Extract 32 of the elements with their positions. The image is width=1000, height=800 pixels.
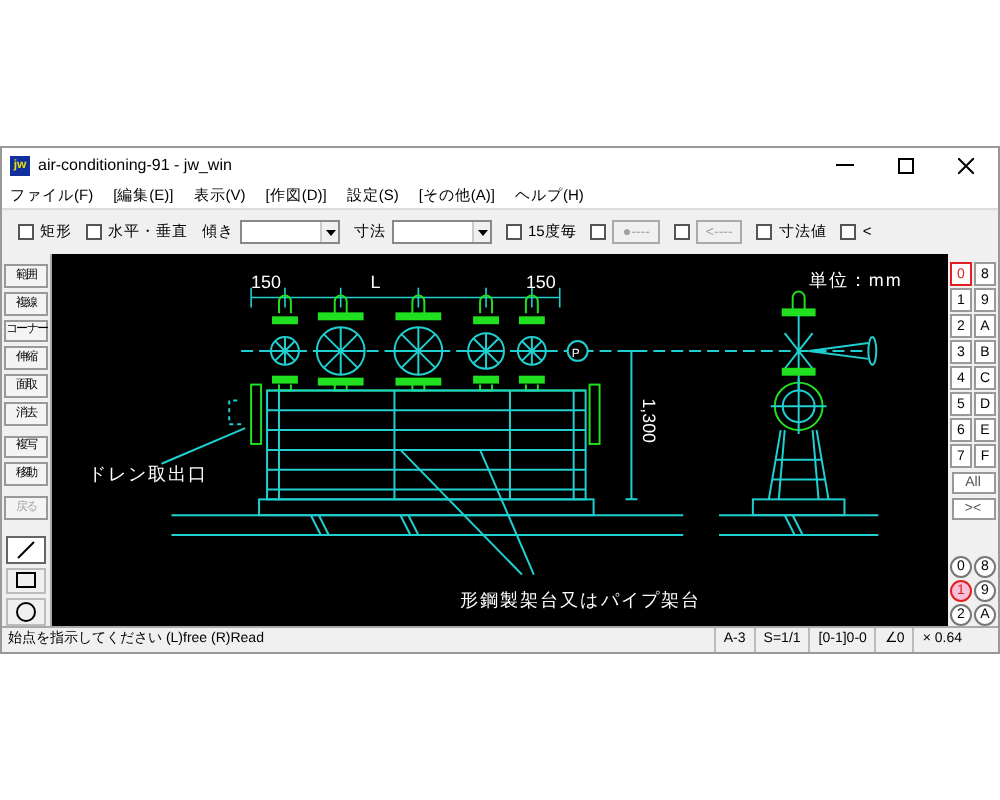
close-icon[interactable] [958, 157, 974, 173]
maximize-icon[interactable] [898, 157, 914, 173]
circle-tool-icon [16, 602, 36, 623]
valve-drawing [315, 294, 366, 392]
rectangle-tool-icon [16, 572, 36, 589]
checkbox[interactable] [756, 224, 773, 240]
checkbox[interactable] [18, 224, 34, 240]
valve-drawing [516, 294, 547, 392]
caret-icon [477, 229, 487, 235]
draw-tool-button[interactable] [6, 535, 46, 564]
checkbox[interactable] [506, 224, 522, 240]
line-tool-icon [16, 539, 36, 560]
dimension-text: 1,300 [639, 398, 660, 443]
valve-drawing [270, 294, 300, 392]
callout-label: ドレン取出口 [87, 463, 209, 484]
dropdown-field[interactable] [392, 220, 492, 244]
dropdown-field[interactable] [240, 220, 340, 244]
valve-drawing [467, 294, 505, 392]
dimension-text: 150 [525, 271, 556, 292]
leader-line [399, 448, 535, 576]
draw-tool-button[interactable] [6, 567, 46, 595]
dimension-text: L [370, 271, 381, 292]
checkbox[interactable] [86, 224, 102, 240]
leader-line [160, 427, 247, 465]
callout-label: 形鋼製架台又はパイプ架台 [460, 590, 701, 611]
unit-label: 単位：mm [808, 269, 903, 290]
valve-drawing [393, 294, 444, 392]
draw-tool-button[interactable] [6, 598, 46, 626]
window-title: air-conditioning-91 - jw_win [38, 153, 232, 177]
checkbox[interactable] [840, 224, 857, 240]
caret-icon [325, 229, 335, 235]
dimension-text: 150 [251, 271, 281, 292]
